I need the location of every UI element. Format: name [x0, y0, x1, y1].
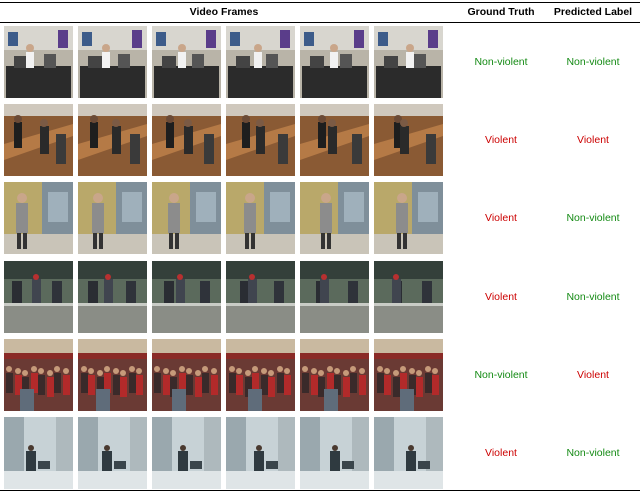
video-frame-image — [300, 261, 369, 333]
ground-truth-label: Non-violent — [474, 369, 528, 381]
video-frame-image — [78, 417, 147, 489]
video-frame-image — [300, 104, 369, 176]
video-frame-image — [4, 417, 73, 489]
table-bottom-rule — [0, 490, 640, 491]
video-frame-image — [300, 339, 369, 411]
video-frame-image — [374, 261, 443, 333]
video-frame-image — [78, 26, 147, 98]
ground-truth-label: Violent — [485, 212, 517, 224]
video-frame-image — [374, 104, 443, 176]
predicted-label: Violent — [577, 134, 609, 146]
video-frame-image — [4, 339, 73, 411]
video-frame-image — [78, 182, 147, 254]
video-frame-image — [300, 417, 369, 489]
ground-truth-label: Non-violent — [474, 56, 528, 68]
video-frame-image — [152, 261, 221, 333]
video-frame-image — [226, 104, 295, 176]
video-frame-image — [4, 26, 73, 98]
predicted-label: Non-violent — [566, 447, 620, 459]
video-frame-image — [374, 26, 443, 98]
video-frame-image — [226, 261, 295, 333]
video-frame-image — [374, 417, 443, 489]
video-frame-image — [4, 182, 73, 254]
header-rule — [0, 22, 640, 23]
table-row: Violent Non-violent — [0, 417, 640, 489]
ground-truth-label: Violent — [485, 447, 517, 459]
video-frame-image — [78, 104, 147, 176]
ground-truth-label: Violent — [485, 134, 517, 146]
predicted-label: Non-violent — [566, 56, 620, 68]
video-frame-image — [226, 26, 295, 98]
predicted-label: Violent — [577, 369, 609, 381]
video-frame-image — [4, 104, 73, 176]
ground-truth-header: Ground Truth — [467, 6, 535, 18]
video-frame-image — [374, 182, 443, 254]
video-frame-image — [78, 339, 147, 411]
predicted-label: Non-violent — [566, 212, 620, 224]
table-row: Violent Violent — [0, 104, 640, 176]
video-frame-image — [152, 26, 221, 98]
table-row: Violent Non-violent — [0, 261, 640, 333]
video-frame-image — [152, 339, 221, 411]
table-row: Non-violent Non-violent — [0, 26, 640, 98]
video-frame-image — [226, 182, 295, 254]
video-frame-image — [4, 261, 73, 333]
video-frame-image — [78, 261, 147, 333]
table-top-rule — [0, 2, 640, 3]
video-frames-header: Video Frames — [189, 6, 259, 18]
table-row: Non-violent Violent — [0, 339, 640, 411]
ground-truth-label: Violent — [485, 291, 517, 303]
video-frame-image — [300, 182, 369, 254]
video-frame-image — [300, 26, 369, 98]
video-frame-image — [152, 417, 221, 489]
video-frame-image — [226, 417, 295, 489]
predicted-label-header: Predicted Label — [553, 6, 633, 18]
video-frame-image — [226, 339, 295, 411]
video-frame-image — [374, 339, 443, 411]
video-frame-image — [152, 182, 221, 254]
video-frame-image — [152, 104, 221, 176]
predicted-label: Non-violent — [566, 291, 620, 303]
table-row: Violent Non-violent — [0, 182, 640, 254]
